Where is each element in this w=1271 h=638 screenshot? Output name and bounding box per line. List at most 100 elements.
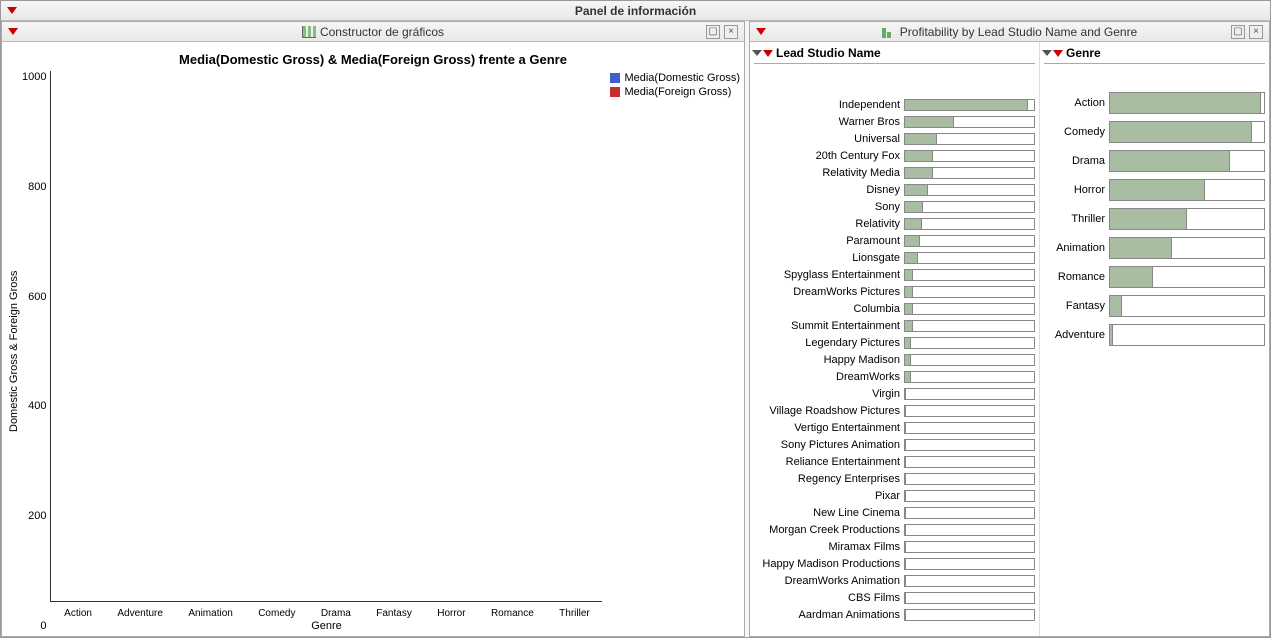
hbar-wrap bbox=[904, 405, 1035, 417]
maximize-button-right[interactable]: ▢ bbox=[1231, 25, 1245, 39]
x-tick: Adventure bbox=[117, 608, 163, 619]
row-label: Drama bbox=[1044, 155, 1109, 167]
menu-dropdown-icon[interactable] bbox=[7, 7, 17, 14]
hbar bbox=[1110, 151, 1230, 171]
list-item: CBS Films bbox=[754, 589, 1035, 606]
studio-header-label: Lead Studio Name bbox=[776, 46, 881, 60]
hbar-wrap bbox=[904, 337, 1035, 349]
hbar-wrap bbox=[904, 609, 1035, 621]
hbar-wrap bbox=[1109, 237, 1265, 259]
x-tick: Comedy bbox=[258, 608, 295, 619]
row-label: Aardman Animations bbox=[754, 609, 904, 621]
row-label: Vertigo Entertainment bbox=[754, 422, 904, 434]
hbar-wrap bbox=[904, 388, 1035, 400]
row-label: Sony Pictures Animation bbox=[754, 439, 904, 451]
hbar-wrap bbox=[904, 99, 1035, 111]
hbar bbox=[905, 338, 911, 348]
list-item: Fantasy bbox=[1044, 291, 1265, 320]
hbar-wrap bbox=[904, 133, 1035, 145]
list-item: Relativity Media bbox=[754, 164, 1035, 181]
hbar bbox=[905, 253, 918, 263]
row-label: Independent bbox=[754, 99, 904, 111]
main-titlebar: Panel de información bbox=[1, 1, 1270, 21]
list-item: Legendary Pictures bbox=[754, 334, 1035, 351]
row-label: DreamWorks Pictures bbox=[754, 286, 904, 298]
studio-subheader: Lead Studio Name bbox=[754, 44, 1035, 64]
list-item: Morgan Creek Productions bbox=[754, 521, 1035, 538]
list-item: Lionsgate bbox=[754, 249, 1035, 266]
y-tick: 1000 bbox=[22, 71, 46, 83]
hbar bbox=[905, 542, 906, 552]
left-panel-menu-icon[interactable] bbox=[8, 28, 18, 35]
row-label: Fantasy bbox=[1044, 300, 1109, 312]
list-item: Pixar bbox=[754, 487, 1035, 504]
list-item: Action bbox=[1044, 88, 1265, 117]
y-axis-label: Domestic Gross & Foreign Gross bbox=[6, 71, 22, 632]
list-item: Universal bbox=[754, 130, 1035, 147]
main-title: Panel de información bbox=[575, 4, 696, 18]
row-label: Adventure bbox=[1044, 329, 1109, 341]
disclosure-icon-genre[interactable] bbox=[1042, 50, 1052, 56]
hbar bbox=[905, 423, 906, 433]
close-button[interactable]: × bbox=[724, 25, 738, 39]
studio-menu-icon[interactable] bbox=[763, 50, 773, 57]
chart-title: Media(Domestic Gross) & Media(Foreign Gr… bbox=[6, 52, 740, 67]
hbar bbox=[905, 185, 928, 195]
hbar-wrap bbox=[904, 439, 1035, 451]
list-item: Happy Madison bbox=[754, 351, 1035, 368]
list-item: Sony Pictures Animation bbox=[754, 436, 1035, 453]
row-label: Virgin bbox=[754, 388, 904, 400]
row-label: Romance bbox=[1044, 271, 1109, 283]
profitability-body: Lead Studio Name Independent Warner Bros U… bbox=[750, 42, 1269, 636]
hbar bbox=[905, 321, 913, 331]
row-label: Summit Entertainment bbox=[754, 320, 904, 332]
list-item: Warner Bros bbox=[754, 113, 1035, 130]
row-label: New Line Cinema bbox=[754, 507, 904, 519]
maximize-button[interactable]: ▢ bbox=[706, 25, 720, 39]
hbar bbox=[905, 219, 922, 229]
list-item: Horror bbox=[1044, 175, 1265, 204]
x-tick-labels: ActionAdventureAnimationComedyDramaFanta… bbox=[51, 608, 602, 619]
hbar-wrap bbox=[1109, 150, 1265, 172]
row-label: Regency Enterprises bbox=[754, 473, 904, 485]
hbar bbox=[905, 151, 933, 161]
row-label: Disney bbox=[754, 184, 904, 196]
hbar-wrap bbox=[904, 473, 1035, 485]
left-panel-title: Constructor de gráficos bbox=[320, 25, 444, 39]
row-label: Spyglass Entertainment bbox=[754, 269, 904, 281]
hbar bbox=[905, 355, 911, 365]
list-item: Miramax Films bbox=[754, 538, 1035, 555]
bar-plot-area: ActionAdventureAnimationComedyDramaFanta… bbox=[50, 71, 602, 602]
list-item: Aardman Animations bbox=[754, 606, 1035, 623]
list-item: Spyglass Entertainment bbox=[754, 266, 1035, 283]
row-label: Morgan Creek Productions bbox=[754, 524, 904, 536]
body-row: Constructor de gráficos ▢ × Media(Domest… bbox=[1, 21, 1270, 637]
row-label: Universal bbox=[754, 133, 904, 145]
hbar-wrap bbox=[1109, 208, 1265, 230]
list-item: Sony bbox=[754, 198, 1035, 215]
row-label: Happy Madison bbox=[754, 354, 904, 366]
list-item: DreamWorks Animation bbox=[754, 572, 1035, 589]
list-item: Romance bbox=[1044, 262, 1265, 291]
disclosure-icon[interactable] bbox=[752, 50, 762, 56]
list-item: Vertigo Entertainment bbox=[754, 419, 1035, 436]
close-button-right[interactable]: × bbox=[1249, 25, 1263, 39]
genre-menu-icon[interactable] bbox=[1053, 50, 1063, 57]
hbar bbox=[905, 593, 906, 603]
row-label: Pixar bbox=[754, 490, 904, 502]
right-panel-menu-icon[interactable] bbox=[756, 28, 766, 35]
hbar-wrap bbox=[1109, 266, 1265, 288]
row-label: Happy Madison Productions bbox=[754, 558, 904, 570]
pareto-icon bbox=[882, 26, 896, 38]
hbar-wrap bbox=[904, 150, 1035, 162]
hbar bbox=[905, 236, 920, 246]
hbar-wrap bbox=[904, 524, 1035, 536]
hbar bbox=[1110, 238, 1172, 258]
chart-builder-icon bbox=[302, 26, 316, 38]
row-label: Comedy bbox=[1044, 126, 1109, 138]
studio-subpanel: Lead Studio Name Independent Warner Bros U… bbox=[750, 42, 1040, 636]
x-tick: Animation bbox=[188, 608, 232, 619]
x-tick: Action bbox=[64, 608, 92, 619]
row-label: Reliance Entertainment bbox=[754, 456, 904, 468]
hbar bbox=[905, 440, 906, 450]
